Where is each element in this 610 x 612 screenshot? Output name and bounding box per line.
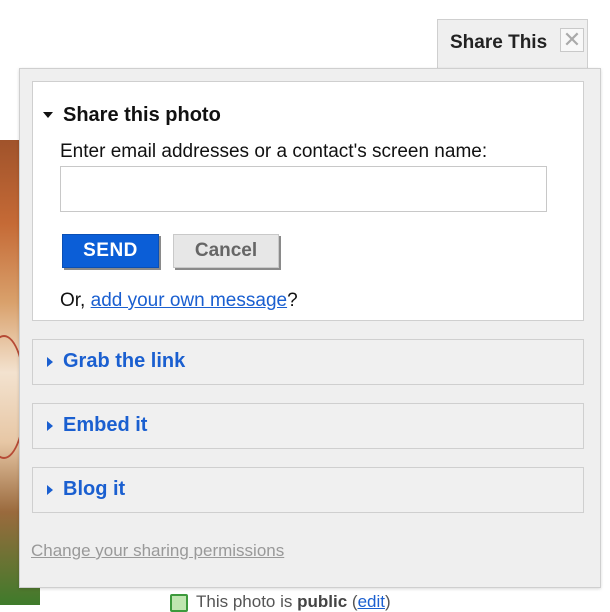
send-button[interactable]: SEND [62,234,159,268]
privacy-close: ) [384,592,391,611]
share-panel: Share this photo Enter email addresses o… [19,68,601,588]
caret-right-icon [47,421,53,431]
share-tab-title: Share This [450,32,548,53]
privacy-status: public [297,592,348,611]
caret-right-icon [47,357,53,367]
add-message-suffix: ? [287,290,298,311]
blog-label[interactable]: Blog it [63,478,125,501]
privacy-open: ( [347,592,358,611]
blog-section[interactable]: Blog it [32,467,584,513]
sharing-permissions-link[interactable]: Change your sharing permissions [31,541,284,561]
embed-label[interactable]: Embed it [63,414,147,437]
cancel-button[interactable]: Cancel [173,234,279,268]
add-message-link[interactable]: add your own message [91,290,287,311]
lock-icon [170,593,188,612]
add-message-line: Or, add your own message? [60,290,298,312]
caret-down-icon[interactable] [43,112,53,118]
privacy-edit-link[interactable]: edit [358,592,385,611]
add-message-prefix: Or, [60,290,91,311]
email-prompt: Enter email addresses or a contact's scr… [60,141,488,162]
grab-link-label[interactable]: Grab the link [63,350,185,373]
share-tab: Share This ✕ [437,19,588,69]
email-input[interactable] [60,166,547,212]
caret-right-icon [47,485,53,495]
close-icon[interactable]: ✕ [560,28,584,52]
privacy-prefix: This photo is [196,592,298,611]
embed-section[interactable]: Embed it [32,403,584,449]
grab-link-section[interactable]: Grab the link [32,339,584,385]
share-photo-section: Share this photo Enter email addresses o… [32,81,584,321]
share-photo-title[interactable]: Share this photo [63,104,221,127]
photo-privacy-line: This photo is public (edit) [170,592,490,612]
